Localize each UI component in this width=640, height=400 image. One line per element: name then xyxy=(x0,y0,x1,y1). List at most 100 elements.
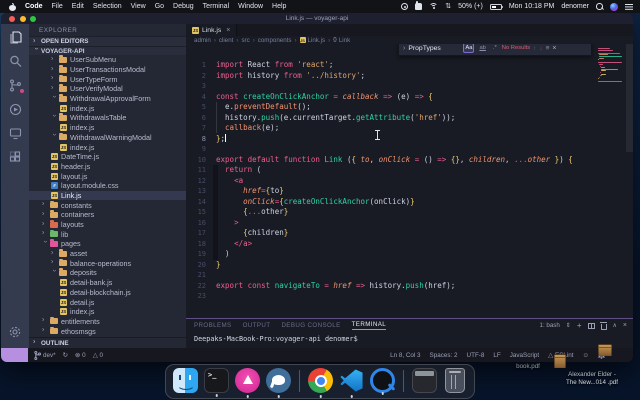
split-terminal-icon[interactable] xyxy=(588,323,595,329)
menu-selection[interactable]: Selection xyxy=(93,3,122,10)
tree-item-DateTime.js[interactable]: JSDateTime.js xyxy=(29,152,186,162)
minimap[interactable] xyxy=(598,48,624,85)
errors-item[interactable]: ⊗ 0 xyxy=(75,352,86,359)
tree-item-entitlements[interactable]: ›entitlements xyxy=(29,317,186,327)
code-line-3[interactable]: 3 xyxy=(186,81,593,92)
menu-terminal[interactable]: Terminal xyxy=(203,3,229,10)
desktop-file-icon[interactable] xyxy=(598,344,612,356)
terminal-prompt[interactable]: Deepaks-MacBook-Pro:voyager-api denomer$ xyxy=(186,332,633,343)
debug-icon[interactable] xyxy=(8,102,23,117)
dock-trash-icon[interactable] xyxy=(445,368,465,393)
breadcrumb-client[interactable]: client xyxy=(219,37,233,44)
shell-selector[interactable]: 1: bash xyxy=(540,322,560,329)
dock-chrome-icon[interactable] xyxy=(308,368,333,393)
tab-close-icon[interactable]: × xyxy=(226,27,230,34)
dock-quicktime-icon[interactable] xyxy=(370,368,395,393)
tree-item-ethosmsgs[interactable]: ›ethosmsgs xyxy=(29,326,186,336)
code-line-16[interactable]: 16 > xyxy=(186,218,593,229)
tree-item-UserTypeForm[interactable]: ›UserTypeForm xyxy=(29,74,186,84)
code-line-20[interactable]: 20} xyxy=(186,260,593,271)
code-line-7[interactable]: 7 callback(e); xyxy=(186,123,593,134)
find-in-selection-icon[interactable]: ≡ xyxy=(546,45,550,52)
code-line-19[interactable]: 19 ) xyxy=(186,249,593,260)
tree-item-WithdrawalWarningModal[interactable]: ›WithdrawalWarningModal xyxy=(29,133,186,143)
code-line-14[interactable]: 14 onClick={createOnClickAnchor(onClick)… xyxy=(186,197,593,208)
tree-item-lib[interactable]: ›lib xyxy=(29,229,186,239)
battery-icon[interactable] xyxy=(490,4,502,10)
tree-item-header.js[interactable]: JSheader.js xyxy=(29,162,186,172)
code-line-17[interactable]: 17 {children} xyxy=(186,228,593,239)
breadcrumb-admin[interactable]: admin xyxy=(194,37,211,44)
code-line-4[interactable]: 4const createOnClickAnchor = callback =>… xyxy=(186,92,593,103)
tree-item-layout.module.css[interactable]: #layout.module.css xyxy=(29,181,186,191)
shell-dropdown-icon[interactable]: ⇕ xyxy=(566,322,571,329)
workspace-root-section[interactable]: › VOYAGER-API xyxy=(29,46,186,55)
code-line-11[interactable]: 11 return ( xyxy=(186,165,593,176)
search-icon[interactable] xyxy=(8,54,23,69)
tree-item-detail-bank.js[interactable]: JSdetail-bank.js xyxy=(29,278,186,288)
code-line-12[interactable]: 12 <a xyxy=(186,176,593,187)
menu-help[interactable]: Help xyxy=(272,3,286,10)
code-line-1[interactable]: 1import React from 'react'; xyxy=(186,60,593,71)
breadcrumb-link[interactable]: {}Link xyxy=(333,37,350,44)
record-circle-icon[interactable] xyxy=(401,3,408,10)
warnings-item[interactable]: △ 0 xyxy=(93,352,103,359)
apple-logo-icon[interactable] xyxy=(9,3,16,11)
tree-item-asset[interactable]: ›asset xyxy=(29,249,186,259)
editor-scrollbar[interactable] xyxy=(626,44,633,152)
dock-finder-icon[interactable] xyxy=(173,368,198,393)
breadcrumb-components[interactable]: components xyxy=(258,37,292,44)
desktop-file-label-book[interactable]: book.pdf xyxy=(499,363,557,371)
menu-clock[interactable]: Mon 10:18 PM xyxy=(509,3,555,10)
code-line-13[interactable]: 13 href={to} xyxy=(186,186,593,197)
tree-item-WithdrawalApprovalForm[interactable]: ›WithdrawalApprovalForm xyxy=(29,94,186,104)
close-window-button[interactable] xyxy=(9,16,15,22)
dock-terminal-icon[interactable] xyxy=(204,368,229,393)
window-title-bar[interactable]: Link.js — voyager-api xyxy=(1,13,633,24)
minimize-window-button[interactable] xyxy=(20,16,26,22)
code-line-18[interactable]: 18 </a> xyxy=(186,239,593,250)
find-input[interactable]: PropTypes xyxy=(408,45,460,52)
feedback-smiley-icon[interactable]: ☺ xyxy=(583,352,589,359)
indentation-item[interactable]: Spaces: 2 xyxy=(430,352,458,359)
updown-icon[interactable]: ⇅ xyxy=(445,3,451,10)
git-branch-item[interactable]: dev* xyxy=(34,351,56,360)
sync-button[interactable]: ↻ xyxy=(63,352,68,359)
find-expand-icon[interactable]: › xyxy=(403,45,405,52)
menu-view[interactable]: View xyxy=(131,3,146,10)
panel-tab-debug-console[interactable]: DEBUG CONSOLE xyxy=(281,322,340,329)
code-line-2[interactable]: 2import history from '../history'; xyxy=(186,71,593,82)
code-line-21[interactable]: 21 xyxy=(186,270,593,281)
close-panel-icon[interactable]: × xyxy=(623,322,627,329)
desktop-file-icon[interactable] xyxy=(554,354,566,368)
tree-item-constants[interactable]: ›constants xyxy=(29,200,186,210)
tree-item-detail.js[interactable]: JSdetail.js xyxy=(29,297,186,307)
menu-window[interactable]: Window xyxy=(238,3,263,10)
tree-item-WithdrawalsTable[interactable]: ›WithdrawalsTable xyxy=(29,113,186,123)
tree-item-Link.js[interactable]: JSLink.js xyxy=(29,191,186,201)
eol-item[interactable]: LF xyxy=(493,352,500,359)
tree-item-UserTransactionsModal[interactable]: ›UserTransactionsModal xyxy=(29,65,186,75)
dock-vscode-icon[interactable] xyxy=(339,368,364,393)
explorer-icon[interactable] xyxy=(8,30,23,45)
tree-item-containers[interactable]: ›containers xyxy=(29,210,186,220)
control-center-icon[interactable] xyxy=(625,3,633,10)
kill-terminal-icon[interactable] xyxy=(601,324,607,330)
find-close-icon[interactable]: × xyxy=(552,45,556,52)
panel-tab-output[interactable]: OUTPUT xyxy=(243,322,271,329)
spotlight-search-icon[interactable] xyxy=(596,3,603,10)
open-editors-section[interactable]: › OPEN EDITORS xyxy=(29,36,186,46)
whole-word-button[interactable]: ab xyxy=(477,44,487,53)
code-line-10[interactable]: 10export default function Link ({ to, on… xyxy=(186,155,593,166)
panel-tab-problems[interactable]: PROBLEMS xyxy=(194,322,232,329)
wifi-icon[interactable] xyxy=(429,3,438,10)
tree-item-layouts[interactable]: ›layouts xyxy=(29,220,186,230)
dock-graphql-icon[interactable] xyxy=(235,368,260,393)
language-mode-item[interactable]: JavaScript xyxy=(510,352,539,359)
extensions-icon[interactable] xyxy=(8,150,23,165)
new-terminal-icon[interactable]: + xyxy=(577,321,582,330)
dock-window-icon[interactable] xyxy=(412,368,437,393)
tab-linkjs[interactable]: JS Link.js × xyxy=(186,24,237,36)
zoom-window-button[interactable] xyxy=(30,16,36,22)
tree-item-UserSubMenu[interactable]: ›UserSubMenu xyxy=(29,55,186,65)
